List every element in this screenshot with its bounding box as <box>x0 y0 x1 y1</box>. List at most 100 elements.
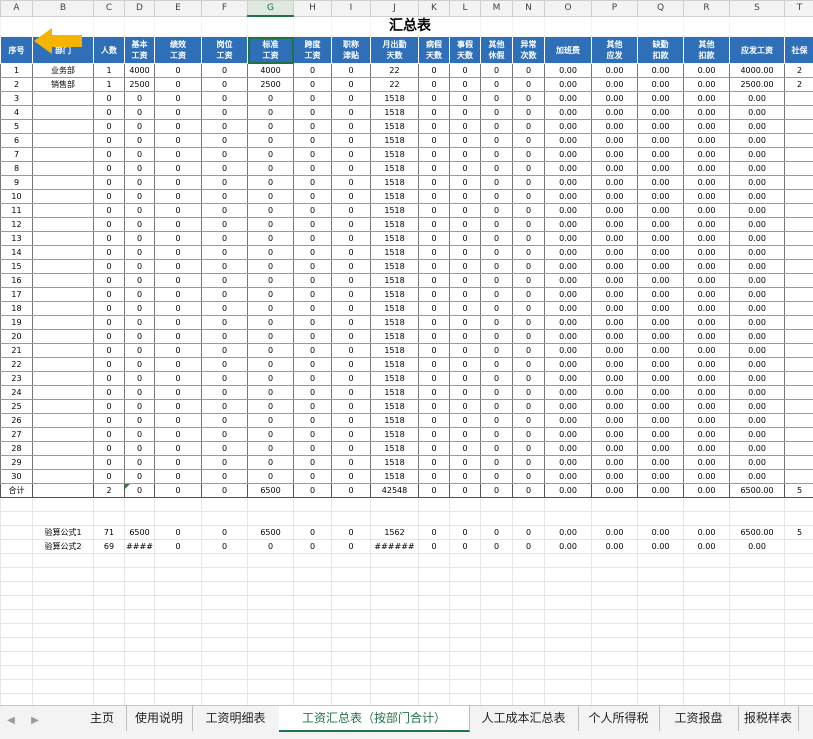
empty-cell[interactable] <box>684 638 730 652</box>
table-cell[interactable]: 0 <box>332 456 371 470</box>
empty-cell[interactable] <box>294 512 332 526</box>
empty-cell[interactable] <box>371 624 419 638</box>
empty-cell[interactable] <box>450 582 481 596</box>
table-cell[interactable]: 0.00 <box>592 344 638 358</box>
table-cell[interactable] <box>33 428 94 442</box>
empty-cell[interactable] <box>638 596 684 610</box>
empty-cell[interactable] <box>592 694 638 706</box>
table-cell[interactable]: 0 <box>94 358 125 372</box>
total-cell[interactable]: 0.00 <box>592 484 638 498</box>
empty-cell[interactable] <box>1 638 33 652</box>
empty-cell[interactable] <box>371 694 419 706</box>
table-cell[interactable]: 0 <box>155 274 202 288</box>
empty-cell[interactable] <box>730 512 785 526</box>
table-cell[interactable]: 0 <box>248 162 294 176</box>
empty-cell[interactable] <box>125 624 155 638</box>
table-cell[interactable]: 0 <box>332 372 371 386</box>
table-cell[interactable]: 0 <box>332 232 371 246</box>
empty-cell[interactable] <box>450 694 481 706</box>
table-cell[interactable]: 23 <box>1 372 33 386</box>
table-cell[interactable] <box>33 148 94 162</box>
table-cell[interactable]: 0.00 <box>638 218 684 232</box>
table-cell[interactable]: 10 <box>1 190 33 204</box>
table-cell[interactable]: 0.00 <box>545 428 592 442</box>
verify-cell[interactable]: 0.00 <box>638 540 684 554</box>
table-cell[interactable]: 0 <box>155 218 202 232</box>
table-cell[interactable]: 0 <box>94 400 125 414</box>
table-cell[interactable]: 0.00 <box>545 190 592 204</box>
empty-cell[interactable] <box>684 610 730 624</box>
table-cell[interactable]: 0 <box>202 64 248 78</box>
table-cell[interactable] <box>785 148 813 162</box>
empty-cell[interactable] <box>545 680 592 694</box>
table-cell[interactable]: 0.00 <box>545 162 592 176</box>
table-cell[interactable]: 0 <box>513 232 545 246</box>
table-cell[interactable]: 0 <box>94 190 125 204</box>
table-cell[interactable]: 0 <box>202 302 248 316</box>
table-cell[interactable]: 0 <box>419 400 450 414</box>
total-cell[interactable]: 0 <box>155 484 202 498</box>
empty-cell[interactable] <box>371 554 419 568</box>
table-cell[interactable]: 0 <box>450 176 481 190</box>
table-cell[interactable]: 0 <box>513 134 545 148</box>
table-cell[interactable]: 0 <box>94 456 125 470</box>
table-cell[interactable]: 0 <box>332 78 371 92</box>
table-header-cell[interactable]: 标准工资 <box>248 37 294 64</box>
table-cell[interactable] <box>33 414 94 428</box>
empty-cell[interactable] <box>33 512 94 526</box>
table-cell[interactable]: 0 <box>294 386 332 400</box>
table-cell[interactable]: 1518 <box>371 288 419 302</box>
table-cell[interactable]: 0 <box>481 120 513 134</box>
table-cell[interactable]: 0.00 <box>638 414 684 428</box>
table-cell[interactable]: 0.00 <box>545 442 592 456</box>
table-cell[interactable]: 0.00 <box>592 372 638 386</box>
table-cell[interactable]: 0.00 <box>684 232 730 246</box>
table-cell[interactable]: 0.00 <box>638 190 684 204</box>
table-cell[interactable]: 0.00 <box>592 176 638 190</box>
empty-cell[interactable] <box>94 638 125 652</box>
empty-cell[interactable] <box>513 680 545 694</box>
table-cell[interactable]: 16 <box>1 274 33 288</box>
total-cell[interactable]: 0 <box>202 484 248 498</box>
empty-cell[interactable] <box>371 568 419 582</box>
empty-cell[interactable] <box>1 694 33 706</box>
table-cell[interactable]: 0.00 <box>638 246 684 260</box>
table-cell[interactable]: 0 <box>125 386 155 400</box>
table-cell[interactable]: 0 <box>94 344 125 358</box>
empty-cell[interactable] <box>513 512 545 526</box>
table-cell[interactable]: 0.00 <box>730 246 785 260</box>
table-cell[interactable]: 0 <box>94 316 125 330</box>
table-cell[interactable]: 0.00 <box>545 414 592 428</box>
table-cell[interactable]: 0 <box>125 232 155 246</box>
table-cell[interactable]: 0 <box>155 246 202 260</box>
table-cell[interactable] <box>785 456 813 470</box>
total-cell[interactable] <box>33 484 94 498</box>
table-header-cell[interactable]: 病假天数 <box>419 37 450 64</box>
table-cell[interactable]: 0 <box>202 218 248 232</box>
table-cell[interactable]: 4000.00 <box>730 64 785 78</box>
table-cell[interactable]: 0 <box>94 148 125 162</box>
table-cell[interactable]: 0.00 <box>730 302 785 316</box>
table-cell[interactable]: 0 <box>450 218 481 232</box>
empty-cell[interactable] <box>332 680 371 694</box>
table-cell[interactable]: 0.00 <box>592 218 638 232</box>
table-cell[interactable]: 22 <box>371 78 419 92</box>
empty-cell[interactable] <box>450 568 481 582</box>
empty-cell[interactable] <box>419 694 450 706</box>
table-cell[interactable]: 0 <box>481 344 513 358</box>
table-cell[interactable]: 0 <box>248 386 294 400</box>
table-cell[interactable]: 0 <box>481 302 513 316</box>
table-cell[interactable]: 0.00 <box>592 358 638 372</box>
verify-cell[interactable]: 0 <box>155 540 202 554</box>
table-cell[interactable]: 1518 <box>371 162 419 176</box>
table-cell[interactable]: 2 <box>785 78 813 92</box>
table-cell[interactable]: 0.00 <box>638 78 684 92</box>
empty-cell[interactable] <box>684 582 730 596</box>
table-cell[interactable]: 7 <box>1 148 33 162</box>
empty-cell[interactable] <box>513 666 545 680</box>
table-cell[interactable]: 0 <box>94 106 125 120</box>
empty-cell[interactable] <box>155 638 202 652</box>
empty-cell[interactable] <box>371 512 419 526</box>
table-cell[interactable]: 0 <box>450 344 481 358</box>
table-cell[interactable]: 0 <box>481 106 513 120</box>
